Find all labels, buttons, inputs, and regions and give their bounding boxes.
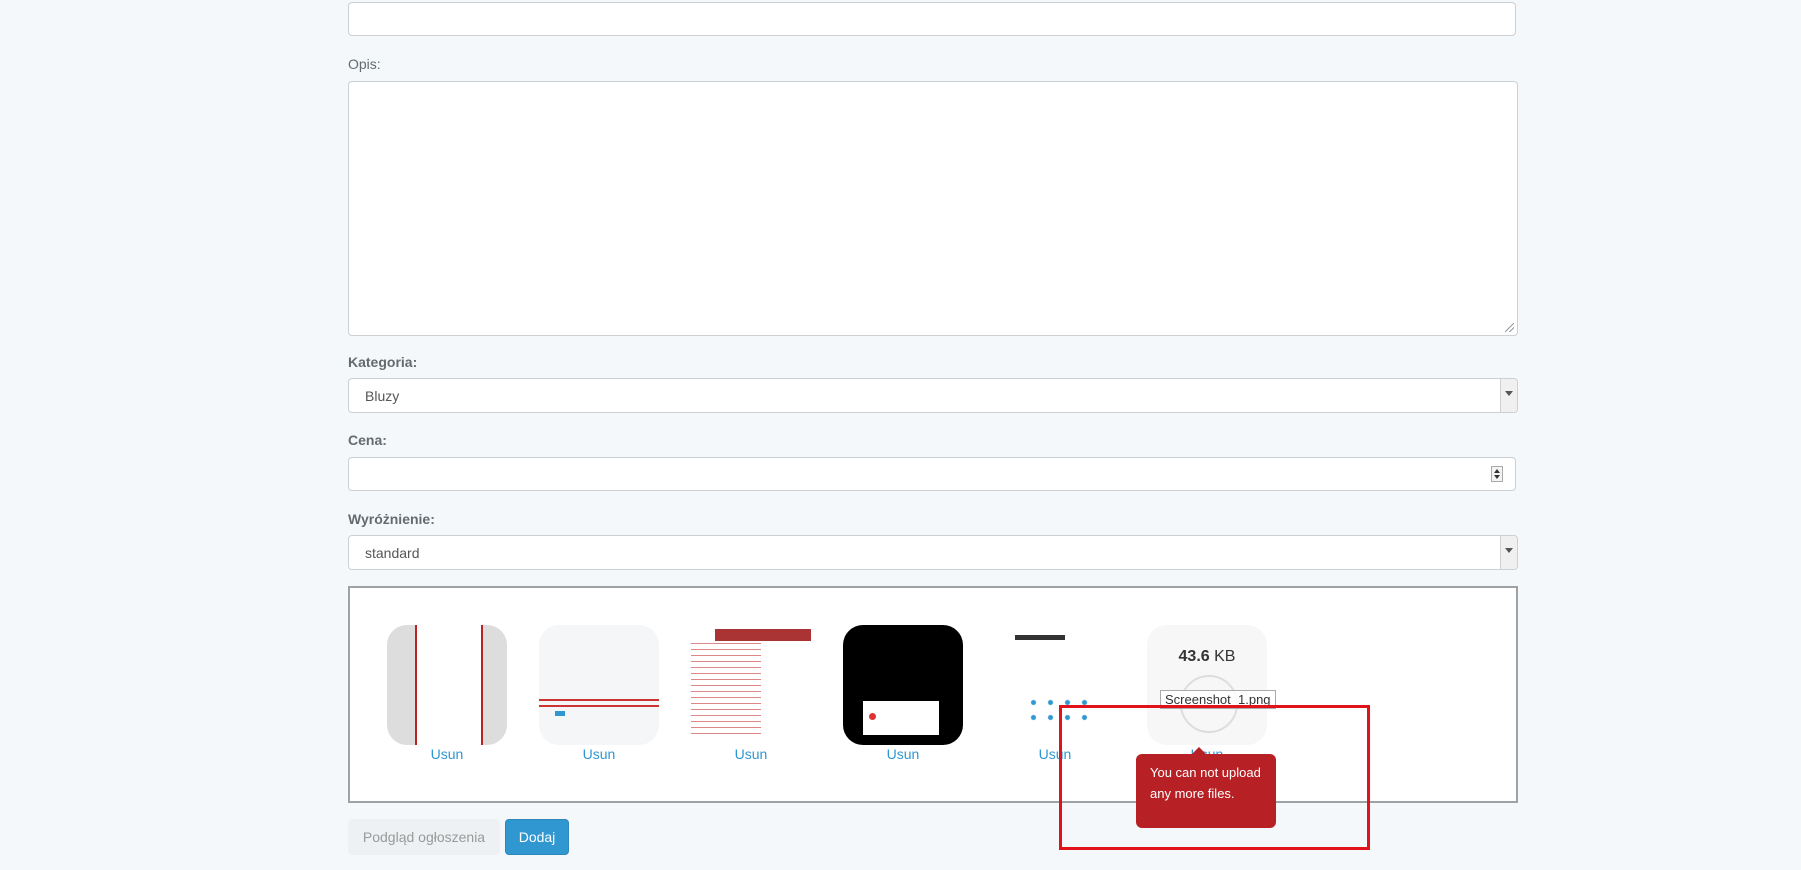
add-button[interactable]: Dodaj [505,819,569,855]
remove-file-link[interactable]: Usun [843,746,963,762]
highlight-label: Wyróżnienie: [348,511,435,527]
remove-file-link[interactable]: Usun [387,746,507,762]
description-textarea[interactable] [348,81,1518,336]
highlight-select[interactable]: standard [348,535,1518,570]
category-selected-value: Bluzy [365,388,400,404]
highlight-selected-value: standard [365,545,420,561]
file-thumbnail [387,625,507,745]
number-spinner-icon[interactable] [1491,466,1503,482]
remove-file-link[interactable]: Usun [539,746,659,762]
description-label: Opis: [348,56,381,72]
annotation-highlight-box [1059,705,1370,850]
price-label: Cena: [348,432,387,448]
file-thumbnail [691,625,811,745]
category-select[interactable]: Bluzy [348,378,1518,413]
remove-file-link[interactable]: Usun [691,746,811,762]
chevron-down-icon [1500,536,1517,569]
category-label: Kategoria: [348,354,418,370]
file-thumbnail [539,625,659,745]
resize-handle-icon[interactable] [1505,323,1514,332]
title-input[interactable] [348,2,1516,36]
preview-listing-button[interactable]: Podgląd ogłoszenia [348,819,500,855]
chevron-down-icon [1500,379,1517,412]
file-thumbnail [843,625,963,745]
price-input[interactable] [348,457,1516,491]
file-size: 43.6 KB [1178,648,1236,665]
